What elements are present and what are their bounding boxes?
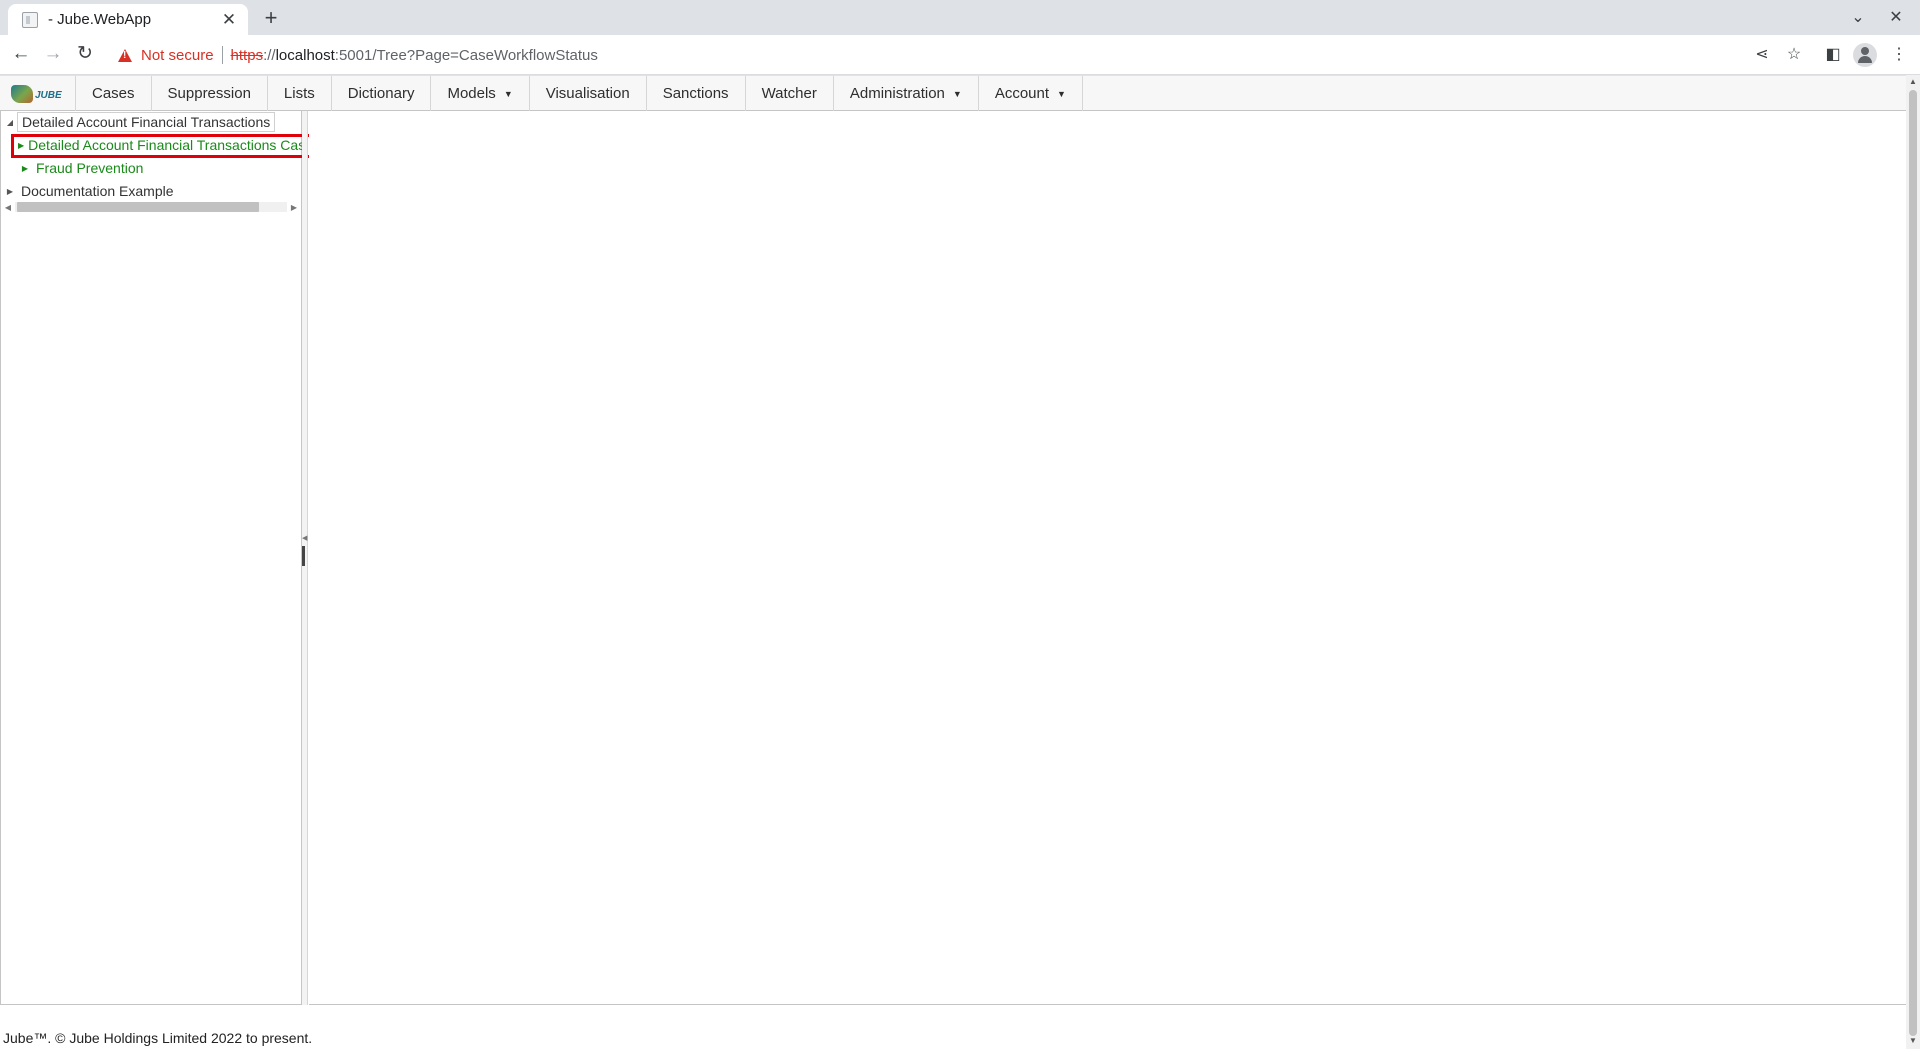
- main-content-area: [309, 111, 1906, 1005]
- menu-cases[interactable]: Cases: [76, 76, 152, 111]
- tree-node[interactable]: ▶ Documentation Example: [3, 181, 178, 201]
- tree-panel: ◢ Detailed Account Financial Transaction…: [0, 111, 331, 1005]
- menu-label: Sanctions: [662, 85, 729, 102]
- browser-tab-strip: - Jube.WebApp ✕ + ⌄ ✕: [0, 0, 1920, 35]
- browser-toolbar: ← → ↻ Not secure https://localhost:5001/…: [0, 35, 1920, 75]
- page-favicon-icon: [22, 11, 38, 28]
- warning-icon[interactable]: [118, 48, 132, 62]
- collapse-left-icon[interactable]: ◀: [302, 534, 307, 542]
- app-menu-bar: JUBE Cases Suppression Lists Dictionary …: [0, 75, 1906, 111]
- reload-icon[interactable]: ↻: [73, 43, 97, 67]
- menu-account[interactable]: Account ▼: [979, 76, 1083, 111]
- url-separator: ://: [263, 46, 276, 64]
- menu-label: Dictionary: [347, 85, 415, 102]
- scroll-left-icon[interactable]: ◀: [1, 203, 15, 212]
- not-secure-label[interactable]: Not secure: [141, 47, 214, 64]
- address-bar[interactable]: Not secure https://localhost:5001/Tree?P…: [108, 39, 1780, 71]
- side-panel-icon[interactable]: ◧: [1822, 44, 1844, 66]
- menu-label: Account: [994, 85, 1050, 102]
- scrollbar-thumb[interactable]: [17, 202, 259, 212]
- menu-sanctions[interactable]: Sanctions: [647, 76, 746, 111]
- expand-triangle-icon[interactable]: ▶: [3, 187, 17, 196]
- browser-menu-icon[interactable]: ⋮: [1888, 44, 1910, 66]
- expand-triangle-icon[interactable]: ▶: [18, 164, 32, 173]
- highlight-annotation: [11, 134, 331, 158]
- tab-search-chevron-icon[interactable]: ⌄: [1846, 7, 1870, 27]
- scrollbar-thumb[interactable]: [1909, 90, 1917, 1036]
- forward-arrow-icon[interactable]: →: [41, 43, 65, 67]
- menu-label: Watcher: [761, 85, 817, 102]
- menu-label: Visualisation: [545, 85, 630, 102]
- close-tab-icon[interactable]: ✕: [220, 10, 238, 30]
- bookmark-star-icon[interactable]: ☆: [1783, 44, 1805, 66]
- window-close-icon[interactable]: ✕: [1884, 7, 1908, 27]
- tab-title: - Jube.WebApp: [48, 11, 152, 28]
- scroll-up-icon[interactable]: ▲: [1906, 77, 1920, 86]
- menu-suppression[interactable]: Suppression: [152, 76, 268, 111]
- jube-logo[interactable]: JUBE: [0, 76, 76, 111]
- collapse-triangle-icon[interactable]: ◢: [3, 118, 17, 127]
- share-icon[interactable]: ⋖: [1751, 44, 1773, 66]
- menu-administration[interactable]: Administration ▼: [834, 76, 979, 111]
- url-text[interactable]: https://localhost:5001/Tree?Page=CaseWor…: [231, 47, 598, 64]
- menu-label: Models: [447, 85, 496, 102]
- chevron-down-icon: ▼: [952, 88, 962, 99]
- tree-node-label[interactable]: Documentation Example: [17, 182, 178, 200]
- menu-label: Administration: [849, 85, 945, 102]
- menu-dictionary[interactable]: Dictionary: [332, 76, 432, 111]
- menu-watcher[interactable]: Watcher: [746, 76, 834, 111]
- menu-visualisation[interactable]: Visualisation: [530, 76, 647, 111]
- menu-label: Lists: [283, 85, 315, 102]
- profile-avatar-icon[interactable]: [1853, 43, 1877, 67]
- jube-logo-icon: [11, 84, 33, 103]
- chevron-down-icon: ▼: [1057, 88, 1066, 99]
- scroll-right-icon[interactable]: ▶: [287, 203, 301, 212]
- chevron-down-icon: ▼: [503, 88, 513, 99]
- browser-tab[interactable]: - Jube.WebApp ✕: [8, 4, 248, 35]
- menu-models[interactable]: Models ▼: [431, 76, 530, 111]
- menu-label: Cases: [92, 85, 135, 102]
- tree-node[interactable]: ◢ Detailed Account Financial Transaction…: [3, 112, 276, 132]
- back-arrow-icon[interactable]: ←: [9, 43, 33, 67]
- omnibox-divider: [221, 46, 223, 64]
- menu-label: Suppression: [167, 85, 251, 102]
- new-tab-button[interactable]: +: [258, 6, 284, 32]
- tree-child-node[interactable]: ▶ Fraud Prevention: [18, 158, 147, 178]
- url-path: :5001/Tree?Page=CaseWorkflowStatus: [334, 46, 598, 64]
- splitter-handle[interactable]: [302, 546, 305, 566]
- tree-node-label[interactable]: Fraud Prevention: [32, 159, 147, 177]
- menu-lists[interactable]: Lists: [268, 76, 332, 111]
- scrollbar-track[interactable]: [15, 202, 287, 212]
- panel-splitter[interactable]: ◀: [302, 111, 308, 1005]
- page-vertical-scrollbar[interactable]: ▲ ▼: [1906, 75, 1920, 1049]
- tree-horizontal-scrollbar[interactable]: ◀ ▶: [1, 200, 301, 214]
- logo-text: JUBE: [35, 90, 62, 101]
- tree-node-label[interactable]: Detailed Account Financial Transactions: [17, 112, 276, 132]
- page-footer: Jube™. © Jube Holdings Limited 2022 to p…: [3, 1030, 313, 1046]
- scroll-down-icon[interactable]: ▼: [1906, 1036, 1920, 1045]
- url-host: localhost: [275, 46, 335, 64]
- url-protocol: https: [230, 46, 264, 64]
